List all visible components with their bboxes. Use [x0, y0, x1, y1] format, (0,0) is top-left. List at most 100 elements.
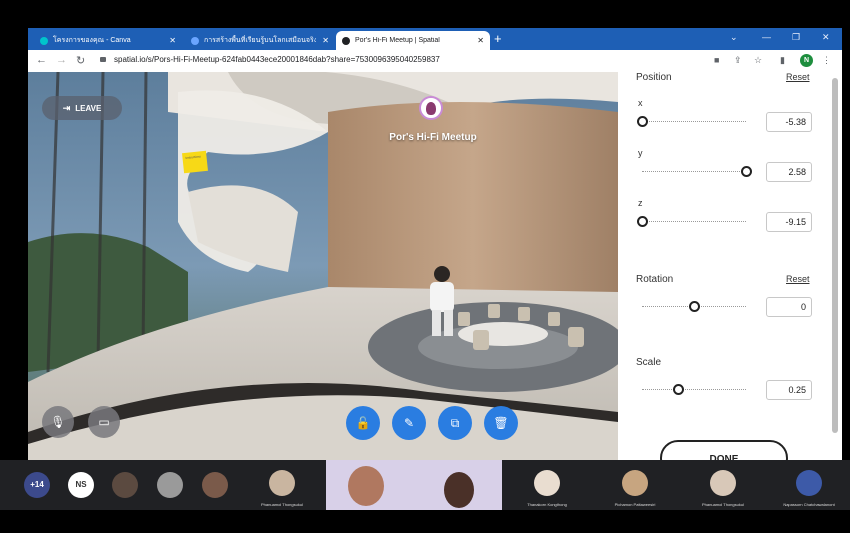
close-icon[interactable]: ✕	[169, 36, 176, 45]
participant-name: Pichamon Pattaweesiri	[614, 502, 656, 507]
canva-favicon-icon	[40, 36, 48, 45]
participant-initials-badge[interactable]: NS	[68, 472, 94, 498]
spatial-3d-scene[interactable]: ⇥ LEAVE Por's Hi-Fi Meetup Instructions …	[28, 72, 618, 460]
participant-name: Phanuamol Thongsukul	[702, 502, 744, 507]
participant-avatar[interactable]	[157, 472, 183, 498]
video-off-icon: ▭	[98, 415, 110, 429]
side-panel-icon[interactable]: ▮	[780, 55, 790, 65]
participant-avatar	[622, 470, 648, 496]
page-favicon-icon	[191, 36, 199, 45]
participant-avatar	[534, 470, 560, 496]
exit-icon: ⇥	[62, 102, 71, 113]
z-slider-knob[interactable]	[636, 216, 648, 227]
scale-slider-knob[interactable]	[672, 384, 684, 395]
new-tab-plus-icon[interactable]: +	[494, 31, 502, 46]
panel-scrollbar[interactable]	[832, 78, 838, 433]
browser-tab-bar: โครงการของคุณ - Canva ✕ การสร้างพื้นที่เ…	[28, 28, 842, 50]
mute-microphone-button[interactable]: 🎙	[42, 406, 74, 438]
tab-title: Por's Hi-Fi Meetup | Spatial	[355, 37, 440, 44]
microphone-off-icon: 🎙	[50, 415, 66, 429]
tab-canva[interactable]: โครงการของคุณ - Canva ✕	[34, 31, 182, 50]
speaker-video-face	[348, 466, 384, 506]
speaker-video-face	[444, 472, 474, 508]
menu-kebab-icon[interactable]: ⋮	[822, 55, 832, 65]
camera-off-button[interactable]: ▭	[88, 406, 120, 438]
x-slider[interactable]	[636, 116, 746, 127]
more-participants-badge[interactable]: +14	[24, 472, 50, 498]
minimize-icon[interactable]: —	[762, 32, 771, 42]
participant-avatar[interactable]	[112, 472, 138, 498]
participant-name: Napassorn Chatchawalanont	[783, 502, 835, 507]
y-slider-knob[interactable]	[740, 166, 752, 177]
restore-icon[interactable]: ❐	[792, 32, 800, 43]
forward-arrow-icon[interactable]: →	[56, 54, 67, 66]
rotation-value-input[interactable]: 0	[766, 297, 812, 317]
edit-object-button[interactable]: ✎	[392, 406, 426, 440]
tab-learning-space[interactable]: การสร้างพื้นที่เรียนรู้บนโลกเสมือนจริง ✕	[185, 31, 335, 50]
pencil-icon: ✎	[403, 416, 415, 430]
room-name: Por's Hi-Fi Meetup	[389, 132, 477, 143]
tab-title: การสร้างพื้นที่เรียนรู้บนโลกเสมือนจริง	[204, 37, 317, 44]
profile-avatar[interactable]: N	[800, 54, 813, 67]
participant-tile[interactable]: Phanuamol Thongsukul	[240, 460, 324, 510]
rotation-heading: Rotation	[636, 274, 674, 285]
lock-object-button[interactable]: 🔓	[346, 406, 380, 440]
duplicate-object-button[interactable]: ⧉	[438, 406, 472, 440]
leave-label: LEAVE	[75, 103, 102, 113]
rotation-slider-knob[interactable]	[688, 301, 700, 312]
x-slider-knob[interactable]	[636, 116, 648, 127]
back-arrow-icon[interactable]: ←	[36, 54, 47, 66]
participant-tile[interactable]: Napassorn Chatchawalanont	[768, 460, 850, 510]
participant-name: Phanuamol Thongsukul	[261, 502, 303, 507]
window-close-icon[interactable]: ✕	[822, 32, 830, 43]
address-bar[interactable]: spatial.io/s/Pors-Hi-Fi-Meetup-624fab044…	[114, 55, 440, 64]
participant-avatar	[710, 470, 736, 496]
delete-object-button[interactable]: 🗑	[484, 406, 518, 440]
lock-icon: 🔓	[355, 416, 371, 430]
participant-name: Thanakorn Kongthong	[527, 502, 567, 507]
y-value-input[interactable]: 2.58	[766, 162, 812, 182]
trash-icon: 🗑	[493, 416, 509, 430]
sticky-note[interactable]: Instructions	[182, 150, 208, 174]
bookmark-star-icon[interactable]: ☆	[754, 55, 764, 65]
close-icon[interactable]: ✕	[477, 36, 484, 45]
reload-icon[interactable]: ↻	[76, 54, 85, 67]
leave-button[interactable]: ⇥ LEAVE	[42, 96, 122, 120]
lock-icon	[100, 57, 106, 62]
participant-tile[interactable]: Phanuamol Thongsukul	[680, 460, 766, 510]
participant-avatar	[269, 470, 295, 496]
spatial-favicon-icon	[342, 36, 350, 45]
tab-title: โครงการของคุณ - Canva	[53, 37, 131, 44]
z-slider[interactable]	[636, 216, 746, 227]
participant-tile[interactable]: Pichamon Pattaweesiri	[592, 460, 678, 510]
tab-spatial[interactable]: Por's Hi-Fi Meetup | Spatial ✕	[336, 31, 490, 50]
position-reset-link[interactable]: Reset	[786, 72, 810, 82]
participant-avatar[interactable]	[202, 472, 228, 498]
camera-icon[interactable]: ■	[714, 55, 724, 65]
z-value-input[interactable]: -9.15	[766, 212, 812, 232]
tab-search-chevron-icon[interactable]: ⌄	[730, 32, 738, 43]
browser-toolbar: ← → ↻ spatial.io/s/Pors-Hi-Fi-Meetup-624…	[28, 50, 842, 73]
y-slider[interactable]	[642, 166, 752, 177]
scale-slider[interactable]	[642, 384, 746, 395]
object-properties-panel: Position Reset x -5.38 y 2.58 z -9.15 Ro…	[618, 72, 842, 460]
done-button[interactable]: DONE	[660, 440, 788, 460]
participant-strip: +14 NS Phanuamol Thongsukul Thanakorn Ko…	[0, 460, 850, 510]
host-avatar[interactable]	[419, 96, 443, 120]
room-render	[28, 72, 618, 460]
position-heading: Position	[636, 72, 672, 83]
rotation-reset-link[interactable]: Reset	[786, 274, 810, 284]
x-axis-label: x	[638, 98, 643, 108]
close-icon[interactable]: ✕	[322, 36, 329, 45]
participant-tile[interactable]: Thanakorn Kongthong	[504, 460, 590, 510]
scale-heading: Scale	[636, 357, 662, 368]
active-speaker-tile[interactable]	[326, 460, 502, 510]
z-axis-label: z	[638, 198, 643, 208]
rotation-slider[interactable]	[642, 301, 746, 312]
participant-avatar	[796, 470, 822, 496]
duplicate-icon: ⧉	[450, 415, 460, 430]
scale-value-input[interactable]: 0.25	[766, 380, 812, 400]
y-axis-label: y	[638, 148, 643, 158]
share-icon[interactable]: ⇪	[734, 55, 744, 65]
x-value-input[interactable]: -5.38	[766, 112, 812, 132]
